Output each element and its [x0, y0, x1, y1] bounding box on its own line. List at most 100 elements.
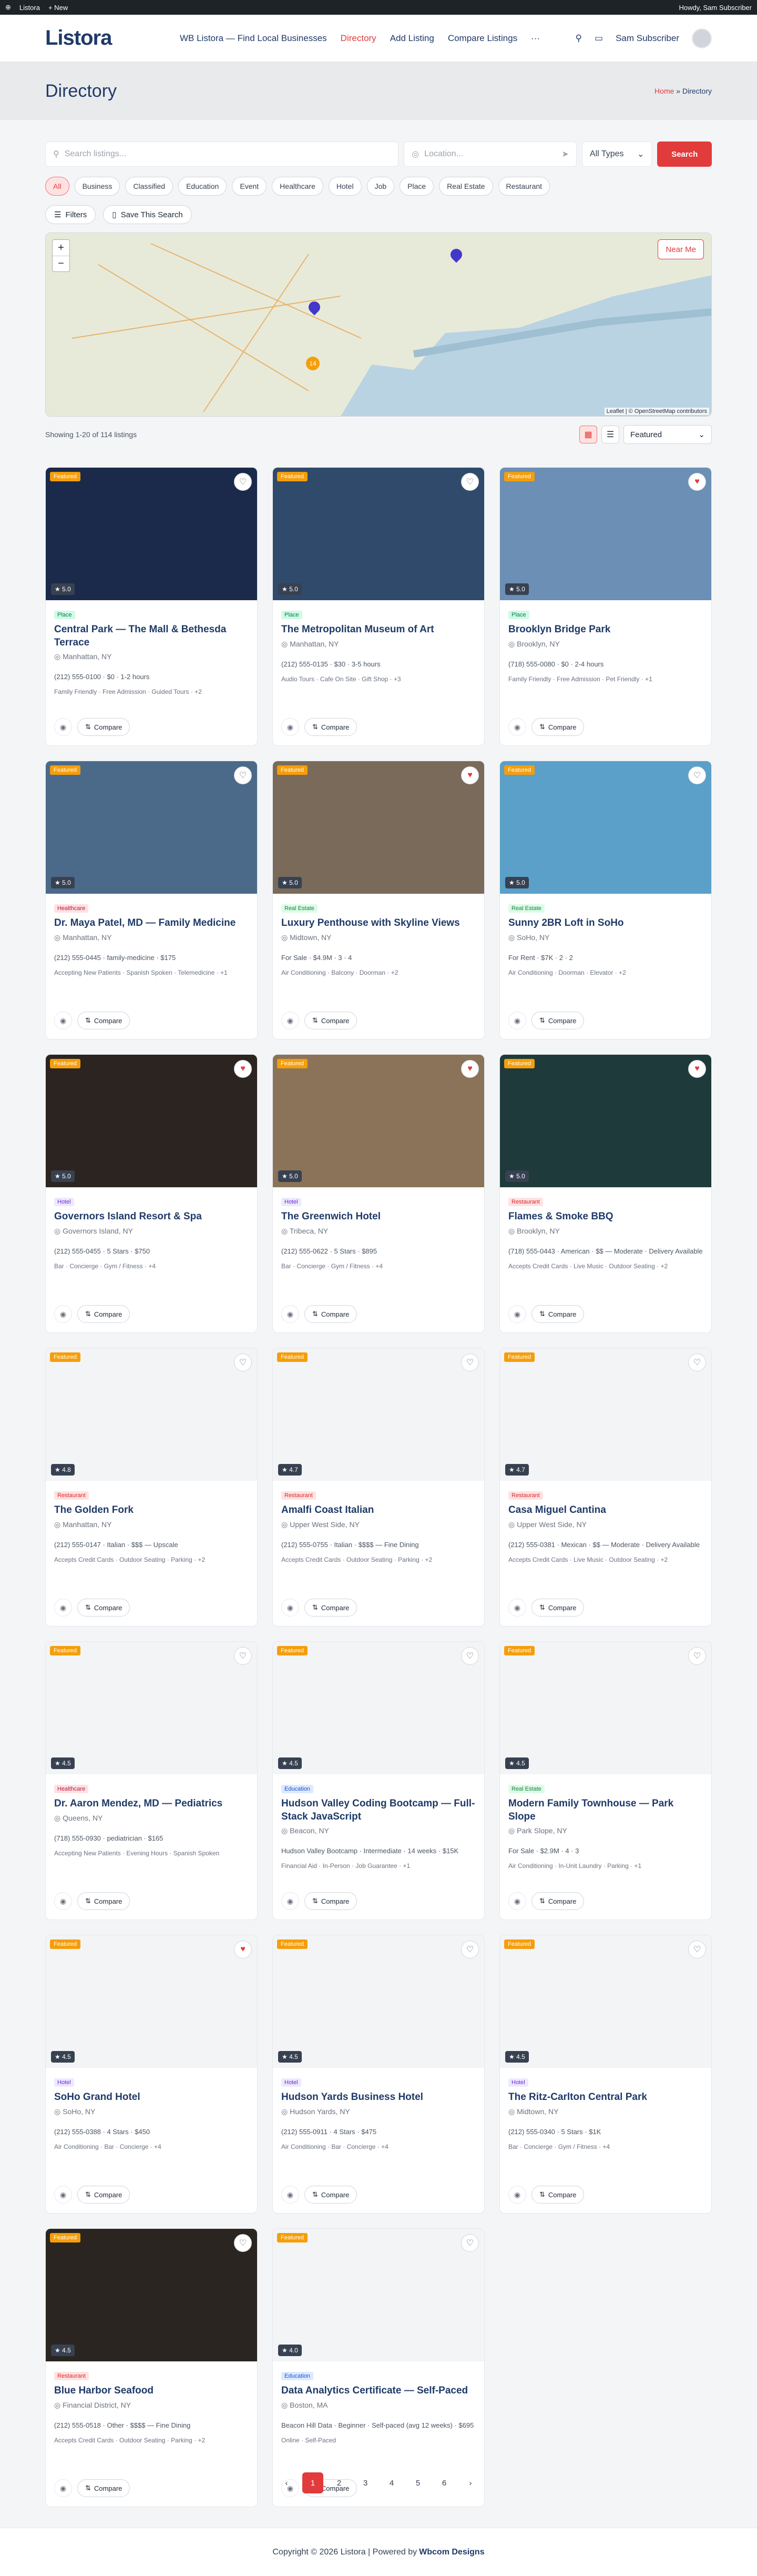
compare-button[interactable]: ⇅Compare: [531, 1892, 585, 1910]
list-view-button[interactable]: ☰: [601, 426, 619, 443]
zoom-in-button[interactable]: +: [53, 240, 69, 256]
site-logo[interactable]: Listora: [45, 26, 180, 50]
quick-view-eye-icon[interactable]: ◉: [54, 2186, 72, 2204]
nav-compare[interactable]: Compare Listings: [448, 33, 517, 44]
listing-image[interactable]: Featured ♡ ★ 5.0: [46, 761, 257, 894]
quick-view-eye-icon[interactable]: ◉: [508, 1599, 526, 1617]
listing-title[interactable]: Luxury Penthouse with Skyline Views: [281, 917, 476, 930]
listing-image[interactable]: Featured ♥ ★ 5.0: [273, 761, 484, 894]
category-chip[interactable]: Place: [400, 177, 434, 196]
nav-more[interactable]: ···: [531, 33, 540, 44]
favorite-heart-icon[interactable]: ♡: [688, 1941, 706, 1958]
listing-title[interactable]: Brooklyn Bridge Park: [508, 623, 703, 637]
listing-title[interactable]: SoHo Grand Hotel: [54, 2091, 249, 2104]
listing-card[interactable]: Featured ♡ ★ 5.0 Healthcare Dr. Maya Patel, …: [45, 761, 258, 1039]
listing-title[interactable]: Casa Miguel Cantina: [508, 1504, 703, 1517]
compare-button[interactable]: ⇅Compare: [531, 1305, 585, 1323]
quick-view-eye-icon[interactable]: ◉: [508, 1012, 526, 1029]
listing-image[interactable]: Featured ♥ ★ 5.0: [273, 1055, 484, 1187]
listing-card[interactable]: Featured ♥ ★ 5.0 Real Estate Luxury Penthous…: [272, 761, 485, 1039]
category-chip[interactable]: Event: [232, 177, 267, 196]
compare-button[interactable]: ⇅Compare: [77, 2186, 130, 2204]
compare-button[interactable]: ⇅Compare: [531, 2186, 585, 2204]
save-search-button[interactable]: ▯ Save This Search: [103, 205, 192, 224]
quick-view-eye-icon[interactable]: ◉: [281, 1892, 299, 1910]
listing-image[interactable]: Featured ♡ ★ 4.5: [46, 1642, 257, 1774]
listing-title[interactable]: The Metropolitan Museum of Art: [281, 623, 476, 637]
admin-greeting[interactable]: Howdy, Sam Subscriber: [679, 4, 752, 12]
quick-view-eye-icon[interactable]: ◉: [54, 1305, 72, 1323]
listing-title[interactable]: Blue Harbor Seafood: [54, 2385, 249, 2398]
listing-title[interactable]: The Greenwich Hotel: [281, 1210, 476, 1224]
quick-view-eye-icon[interactable]: ◉: [508, 718, 526, 736]
page-button[interactable]: 6: [434, 2472, 455, 2493]
near-me-button[interactable]: Near Me: [658, 239, 704, 259]
listing-card[interactable]: Featured ♡ ★ 4.5 Restaurant Blue Harbor Seaf…: [45, 2228, 258, 2507]
listing-image[interactable]: Featured ♥ ★ 5.0: [46, 1055, 257, 1187]
keyword-field[interactable]: ⚲ Search listings...: [45, 142, 399, 167]
favorite-heart-icon[interactable]: ♡: [234, 1353, 252, 1371]
nav-add-listing[interactable]: Add Listing: [390, 33, 434, 44]
admin-new-link[interactable]: + New: [48, 4, 68, 12]
listing-image[interactable]: Featured ♡ ★ 4.8: [46, 1348, 257, 1481]
compare-button[interactable]: ⇅Compare: [77, 1305, 130, 1323]
quick-view-eye-icon[interactable]: ◉: [281, 1599, 299, 1617]
favorite-heart-icon[interactable]: ♡: [234, 766, 252, 784]
listing-title[interactable]: Modern Family Townhouse — Park Slope: [508, 1797, 703, 1823]
listing-card[interactable]: Featured ♡ ★ 4.7 Restaurant Amalfi Coast Ita…: [272, 1348, 485, 1627]
favorite-heart-icon[interactable]: ♥: [688, 473, 706, 491]
category-chip[interactable]: Business: [74, 177, 120, 196]
compare-button[interactable]: ⇅Compare: [531, 1599, 585, 1617]
category-chip[interactable]: All: [45, 177, 69, 196]
listing-title[interactable]: Flames & Smoke BBQ: [508, 1210, 703, 1224]
breadcrumb-home[interactable]: Home: [654, 87, 674, 95]
listing-image[interactable]: Featured ♡ ★ 4.5: [273, 1935, 484, 2068]
favorite-heart-icon[interactable]: ♡: [234, 2234, 252, 2252]
favorite-heart-icon[interactable]: ♡: [234, 473, 252, 491]
locate-icon[interactable]: ➤: [562, 149, 569, 159]
listing-title[interactable]: Sunny 2BR Loft in SoHo: [508, 917, 703, 930]
category-chip[interactable]: Classified: [125, 177, 173, 196]
favorite-heart-icon[interactable]: ♡: [461, 473, 479, 491]
footer-brand-link[interactable]: Wbcom Designs: [419, 2548, 484, 2557]
wp-logo-icon[interactable]: ⊕: [5, 3, 11, 12]
compare-button[interactable]: ⇅Compare: [304, 1305, 357, 1323]
category-chip[interactable]: Job: [366, 177, 395, 196]
favorite-heart-icon[interactable]: ♡: [461, 1647, 479, 1665]
favorite-heart-icon[interactable]: ♡: [688, 1353, 706, 1371]
admin-site-link[interactable]: Listora: [19, 4, 40, 12]
favorite-heart-icon[interactable]: ♡: [461, 1353, 479, 1371]
sort-select[interactable]: Featured ⌄: [623, 425, 712, 444]
listing-image[interactable]: Featured ♡ ★ 5.0: [273, 468, 484, 600]
next-page-button[interactable]: ›: [460, 2472, 481, 2493]
listing-card[interactable]: Featured ♥ ★ 5.0 Hotel Governors Island Reso…: [45, 1054, 258, 1333]
listing-image[interactable]: Featured ♥ ★ 4.5: [46, 1935, 257, 2068]
listing-title[interactable]: Data Analytics Certificate — Self-Paced: [281, 2385, 476, 2398]
compare-button[interactable]: ⇅Compare: [304, 1012, 357, 1029]
category-chip[interactable]: Healthcare: [272, 177, 323, 196]
listing-image[interactable]: Featured ♡ ★ 4.7: [273, 1348, 484, 1481]
favorite-heart-icon[interactable]: ♥: [461, 1060, 479, 1078]
grid-view-button[interactable]: ▦: [579, 426, 597, 443]
quick-view-eye-icon[interactable]: ◉: [508, 2186, 526, 2204]
compare-button[interactable]: ⇅Compare: [77, 1012, 130, 1029]
listing-image[interactable]: Featured ♡ ★ 4.0: [273, 2229, 484, 2361]
type-select[interactable]: All Types ⌄: [581, 142, 652, 167]
favorite-heart-icon[interactable]: ♡: [461, 1941, 479, 1958]
zoom-out-button[interactable]: −: [53, 256, 69, 271]
listing-card[interactable]: Featured ♡ ★ 4.5 Healthcare Dr. Aaron Mendez…: [45, 1641, 258, 1920]
compare-button[interactable]: ⇅Compare: [304, 718, 357, 736]
listing-image[interactable]: Featured ♥ ★ 5.0: [500, 1055, 711, 1187]
search-button[interactable]: Search: [657, 142, 712, 167]
listing-card[interactable]: Featured ♥ ★ 5.0 Restaurant Flames & Smoke B…: [499, 1054, 712, 1333]
page-button[interactable]: 5: [407, 2472, 428, 2493]
compare-button[interactable]: ⇅Compare: [531, 718, 585, 736]
compare-button[interactable]: ⇅Compare: [304, 2186, 357, 2204]
compare-button[interactable]: ⇅Compare: [77, 718, 130, 736]
avatar[interactable]: [692, 28, 712, 48]
map-attribution[interactable]: Leaflet | © OpenStreetMap contributors: [604, 408, 709, 415]
listing-card[interactable]: Featured ♡ ★ 4.5 Real Estate Modern Family T…: [499, 1641, 712, 1920]
listing-card[interactable]: Featured ♡ ★ 4.8 Restaurant The Golden Fork ◎…: [45, 1348, 258, 1627]
page-button[interactable]: 3: [355, 2472, 376, 2493]
quick-view-eye-icon[interactable]: ◉: [281, 2186, 299, 2204]
